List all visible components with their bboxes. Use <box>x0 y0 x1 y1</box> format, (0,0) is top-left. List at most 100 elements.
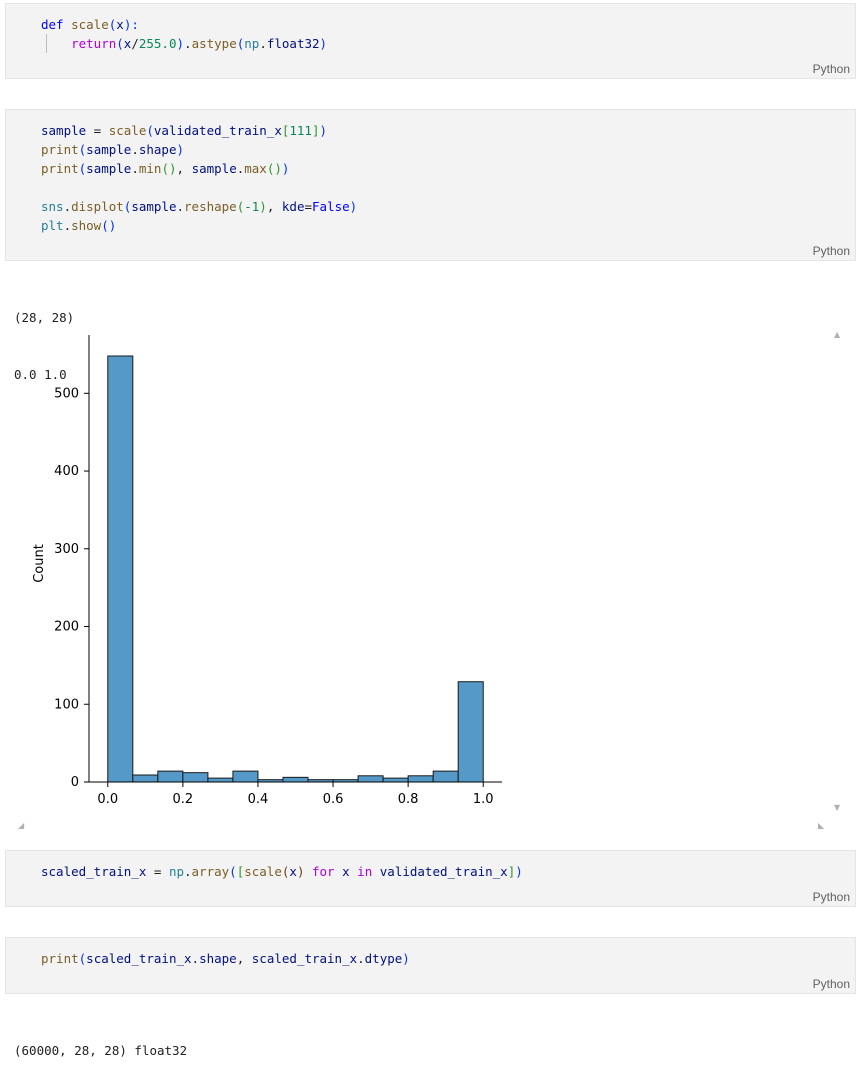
code-token: in <box>357 864 373 879</box>
code-token: sns <box>41 199 64 214</box>
code-token: max <box>244 161 267 176</box>
code-token: False <box>312 199 350 214</box>
code-token: x <box>289 864 297 879</box>
code-token: ) <box>176 36 185 51</box>
histogram-output: 0 100 200 300 400 500 0.0 0.2 0.4 0.6 0.8 1.0 Count … <box>14 325 844 830</box>
code-token: shape <box>138 142 177 157</box>
code-token: scale <box>108 123 147 138</box>
code-token: scaled_train_x <box>251 951 358 966</box>
x-tick-label: 0.4 <box>248 792 269 807</box>
x-tick-label: 0.0 <box>97 792 118 807</box>
code-token: . <box>357 951 365 966</box>
output-line: (60000, 28, 28) float32 <box>14 1043 188 1058</box>
code-cell-print-shape[interactable]: print(scaled_train_x.shape, scaled_train… <box>5 937 856 994</box>
code-line[interactable]: print(sample.min(), sample.max()) <box>41 159 357 178</box>
code-token: ) <box>349 199 358 214</box>
code-token: . <box>63 218 72 233</box>
code-line[interactable]: plt.show() <box>41 216 357 235</box>
code-cell-sample[interactable]: sample = scale(validated_train_x[111]) pr… <box>5 109 856 261</box>
histogram-bar <box>432 770 459 783</box>
code-token: scaled_train_x <box>86 951 192 966</box>
resize-handle-right-icon[interactable]: ◣ <box>818 821 824 830</box>
code-token: = <box>86 123 109 138</box>
code-cell-scaled-train[interactable]: scaled_train_x = np.array([scale(x) for … <box>5 850 856 907</box>
y-tick-label: 0 <box>71 775 79 790</box>
resize-handle-left-icon[interactable]: ◢ <box>18 821 24 830</box>
code-token: () <box>266 161 282 176</box>
cell-language-label[interactable]: Python <box>813 977 850 991</box>
code-token: shape <box>199 951 237 966</box>
code-token: . <box>176 199 185 214</box>
histogram-bar <box>357 775 384 783</box>
x-tick-label: 1.0 <box>473 792 494 807</box>
code-line[interactable]: return(x/255.0).astype(np.float32) <box>41 34 327 53</box>
code-editor[interactable]: sample = scale(validated_train_x[111]) pr… <box>41 121 357 235</box>
scroll-down-arrow-icon[interactable]: ▼ <box>834 803 840 812</box>
histogram-bar <box>457 681 484 783</box>
code-token: kde <box>281 199 305 214</box>
code-editor[interactable]: def scale(x): return(x/255.0).astype(np.… <box>41 15 327 53</box>
y-tick-label: 400 <box>54 464 79 479</box>
code-line[interactable]: sample = scale(validated_train_x[111]) <box>41 121 357 140</box>
histogram-bar <box>132 774 159 783</box>
code-token: min <box>138 161 162 176</box>
code-token: ) <box>281 161 290 176</box>
code-line[interactable]: def scale(x): <box>41 15 327 34</box>
code-token: / <box>131 36 139 51</box>
code-token: ) <box>402 951 410 966</box>
code-token: ) <box>259 199 267 214</box>
indent-guide <box>46 34 47 53</box>
code-token: np <box>244 36 260 51</box>
code-line[interactable]: print(scaled_train_x.shape, scaled_train… <box>41 949 410 968</box>
code-token: x <box>116 17 124 32</box>
histogram-bar <box>407 775 434 783</box>
code-token: np <box>168 864 184 879</box>
cell-language-label[interactable]: Python <box>813 890 850 904</box>
code-token: scaled_train_x <box>41 864 147 879</box>
code-token: dtype <box>364 951 403 966</box>
code-editor[interactable]: scaled_train_x = np.array([scale(x) for … <box>41 862 523 881</box>
code-token: = <box>146 864 169 879</box>
histogram-bar <box>107 355 134 783</box>
code-token: sample <box>41 123 87 138</box>
code-token: . <box>63 199 72 214</box>
code-token: () <box>161 161 177 176</box>
code-token: ): <box>123 17 139 32</box>
y-tick-label: 500 <box>54 386 79 401</box>
code-editor[interactable]: print(scaled_train_x.shape, scaled_train… <box>41 949 410 968</box>
code-line[interactable]: sns.displot(sample.reshape(-1), kde=Fals… <box>41 197 357 216</box>
code-line[interactable]: scaled_train_x = np.array([scale(x) for … <box>41 862 523 881</box>
code-token: ( <box>146 123 154 138</box>
code-token: print <box>41 142 79 157</box>
cell-language-label[interactable]: Python <box>813 244 850 258</box>
scroll-up-arrow-icon[interactable]: ▲ <box>834 330 840 339</box>
code-line[interactable]: print(sample.shape) <box>41 140 357 159</box>
code-token: ) <box>176 142 185 157</box>
code-token: displot <box>71 199 124 214</box>
code-token: x <box>342 864 350 879</box>
x-tick-label: 0.2 <box>173 792 194 807</box>
code-token: scale <box>71 17 109 32</box>
histogram-bar <box>232 770 259 783</box>
code-token: sample <box>191 161 237 176</box>
code-cell-scale-def[interactable]: def scale(x): return(x/255.0).astype(np.… <box>5 3 856 79</box>
code-token: for <box>312 864 335 879</box>
code-token: float32 <box>266 36 320 51</box>
code-token: show <box>71 218 102 233</box>
code-token: return <box>71 36 117 51</box>
code-token: 111 <box>289 123 312 138</box>
code-token: . <box>131 161 139 176</box>
histogram-bar <box>182 772 209 783</box>
histogram-bar <box>282 776 309 783</box>
code-token: validated_train_x <box>153 123 282 138</box>
code-token: print <box>41 951 79 966</box>
y-axis-label: Count <box>32 544 47 583</box>
code-token: = <box>304 199 312 214</box>
code-token: astype <box>191 36 237 51</box>
cell-language-label[interactable]: Python <box>813 62 850 76</box>
code-token: . <box>259 36 267 51</box>
histogram-chart: 0 100 200 300 400 500 0.0 0.2 0.4 0.6 0.8 1.0 Count <box>32 335 502 807</box>
code-line[interactable] <box>41 178 357 197</box>
